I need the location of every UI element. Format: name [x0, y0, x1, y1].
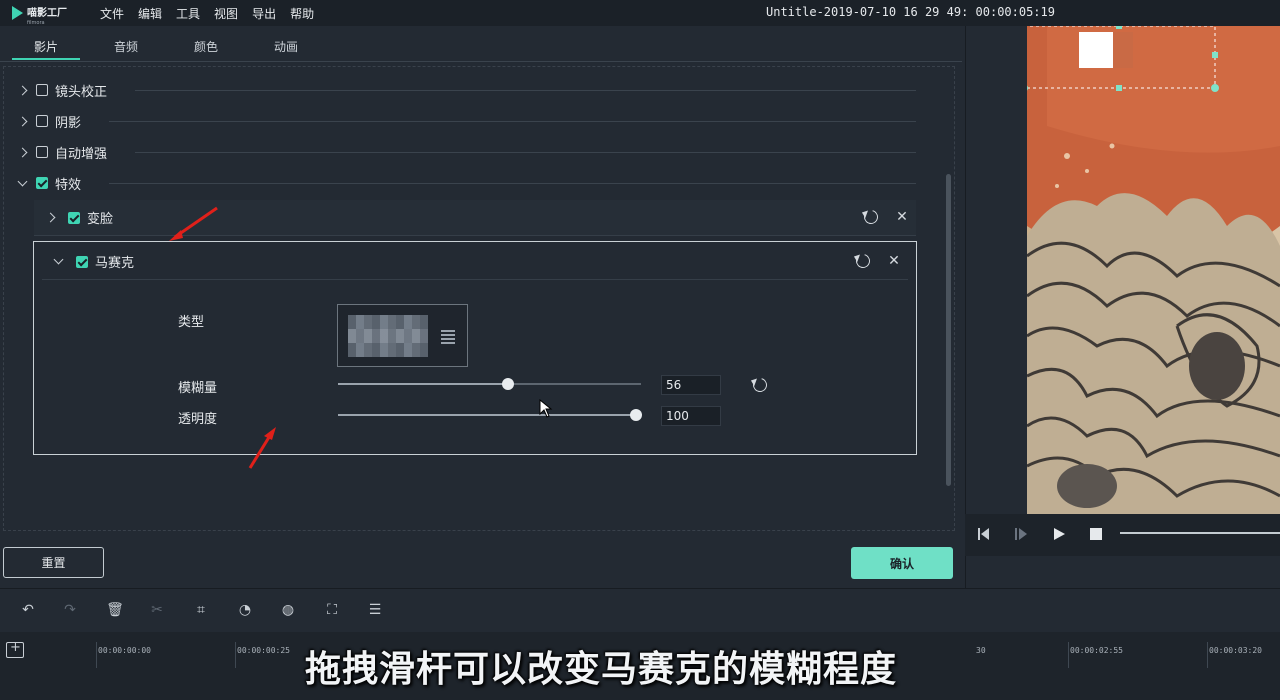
next-frame-icon[interactable] — [1014, 527, 1030, 541]
effect-label: 变脸 — [87, 212, 114, 227]
checkbox-auto-enhance[interactable] — [36, 146, 48, 158]
checkbox-face-off[interactable] — [68, 211, 80, 224]
checkbox-shadow[interactable] — [36, 115, 48, 127]
undo-icon[interactable]: ↶ — [19, 602, 37, 618]
divider — [109, 182, 916, 184]
divider — [109, 120, 916, 122]
section-auto-enhance[interactable]: 自动增强 — [14, 142, 916, 162]
tab-animation[interactable]: 动画 — [246, 38, 326, 55]
close-icon[interactable]: ✕ — [888, 254, 900, 268]
export-frame-icon[interactable]: ⛶ — [323, 602, 341, 618]
effect-actions: ✕ — [861, 207, 908, 227]
video-subtitle: 拖拽滑杆可以改变马赛克的模糊程度 — [305, 649, 898, 690]
section-effects[interactable]: 特效 — [14, 173, 916, 193]
opacity-slider[interactable] — [338, 409, 642, 421]
mosaic-type-selector[interactable] — [337, 304, 468, 367]
reset-icon[interactable] — [853, 251, 873, 271]
video-preview[interactable] — [1027, 26, 1280, 514]
chevron-down-icon[interactable] — [50, 254, 66, 270]
menu-edit[interactable]: 编辑 — [138, 5, 162, 22]
preview-seek-bar[interactable] — [1120, 532, 1280, 534]
divider — [135, 89, 916, 91]
tab-color[interactable]: 颜色 — [166, 38, 246, 55]
menu-tools[interactable]: 工具 — [176, 5, 200, 22]
panel-scrollbar[interactable] — [946, 174, 951, 486]
blur-slider[interactable] — [338, 378, 641, 390]
opacity-input[interactable]: 100 — [661, 406, 721, 426]
blur-input[interactable]: 56 — [661, 375, 721, 395]
player-controls — [965, 514, 1280, 556]
menu-export[interactable]: 导出 — [252, 5, 276, 22]
ruler-time: 00:00:02:55 — [1070, 646, 1123, 655]
divider — [135, 151, 916, 153]
chevron-right-icon[interactable] — [42, 210, 58, 226]
delete-icon[interactable]: 🗑 — [106, 602, 124, 618]
ruler-time: 00:00:00:00 — [98, 646, 151, 655]
opacity-slider-thumb[interactable] — [630, 409, 642, 421]
effect-mosaic[interactable]: 马赛克 ✕ — [42, 244, 908, 280]
effect-actions: ✕ — [853, 251, 900, 271]
list-icon[interactable] — [441, 330, 455, 346]
ruler-tick — [1207, 642, 1208, 668]
redo-icon[interactable]: ↷ — [61, 602, 79, 618]
section-label: 特效 — [55, 177, 82, 193]
effect-mosaic-panel: 马赛克 ✕ — [33, 241, 917, 455]
checkbox-lens-correction[interactable] — [36, 84, 48, 96]
chevron-down-icon[interactable] — [14, 175, 30, 191]
reset-icon[interactable] — [861, 207, 881, 227]
cut-icon[interactable]: ✂ — [148, 602, 166, 618]
property-tabs: 影片 音频 颜色 动画 — [0, 26, 962, 62]
opacity-label: 透明度 — [178, 412, 218, 427]
tab-video[interactable]: 影片 — [6, 38, 86, 60]
checkbox-effects[interactable] — [36, 177, 48, 189]
ruler-time: 30 — [976, 646, 986, 655]
section-label: 阴影 — [55, 115, 82, 131]
ruler-tick — [96, 642, 97, 668]
mouse-cursor-icon — [539, 399, 553, 418]
stop-icon[interactable] — [1090, 528, 1103, 541]
menu-help[interactable]: 帮助 — [290, 5, 314, 22]
effect-face-off[interactable]: 变脸 ✕ — [34, 200, 916, 236]
section-shadow[interactable]: 阴影 — [14, 111, 916, 131]
logo-icon — [12, 6, 23, 20]
chevron-right-icon[interactable] — [14, 82, 30, 98]
speed-icon[interactable]: ◔ — [236, 602, 254, 618]
ruler-tick — [235, 642, 236, 668]
menu-view[interactable]: 视图 — [214, 5, 238, 22]
previous-frame-icon[interactable] — [977, 527, 993, 541]
menu-bar: 喵影工厂 filmora 文件 编辑 工具 视图 导出 帮助 Untitle-2… — [0, 0, 1280, 26]
add-track-icon[interactable] — [6, 640, 24, 658]
app-logo: 喵影工厂 filmora — [12, 1, 100, 26]
logo-text: 喵影工厂 — [27, 7, 67, 19]
type-label: 类型 — [178, 315, 205, 330]
logo-sub: filmora — [27, 19, 45, 26]
adjust-icon[interactable]: ☰ — [366, 602, 384, 618]
ruler-time: 00:00:03:20 — [1209, 646, 1262, 655]
color-icon[interactable]: ◍ — [279, 602, 297, 618]
preview-artwork — [1027, 26, 1280, 514]
ruler-time: 00:00:00:25 — [237, 646, 290, 655]
blur-slider-fill — [338, 383, 508, 385]
blur-slider-thumb[interactable] — [501, 378, 514, 390]
chevron-right-icon[interactable] — [14, 144, 30, 160]
effect-label: 马赛克 — [95, 256, 135, 271]
window-title: Untitle-2019-07-10 16 29 49: 00:00:05:19 — [766, 5, 1055, 19]
menu-file[interactable]: 文件 — [100, 5, 124, 22]
reset-button[interactable]: 重置 — [3, 547, 104, 578]
section-label: 自动增强 — [55, 146, 108, 162]
blur-label: 模糊量 — [178, 381, 218, 396]
mosaic-thumbnail-row — [348, 329, 428, 343]
confirm-button[interactable]: 确认 — [851, 547, 953, 579]
opacity-slider-fill — [338, 414, 636, 416]
chevron-right-icon[interactable] — [14, 113, 30, 129]
close-icon[interactable]: ✕ — [896, 210, 908, 224]
play-icon[interactable] — [1052, 527, 1066, 541]
section-lens-correction[interactable]: 镜头校正 — [14, 80, 916, 100]
ruler-tick — [1068, 642, 1069, 668]
section-label: 镜头校正 — [55, 84, 108, 100]
tab-audio[interactable]: 音频 — [86, 38, 166, 55]
checkbox-mosaic[interactable] — [76, 255, 88, 268]
crop-icon[interactable]: ⌗ — [192, 602, 210, 618]
